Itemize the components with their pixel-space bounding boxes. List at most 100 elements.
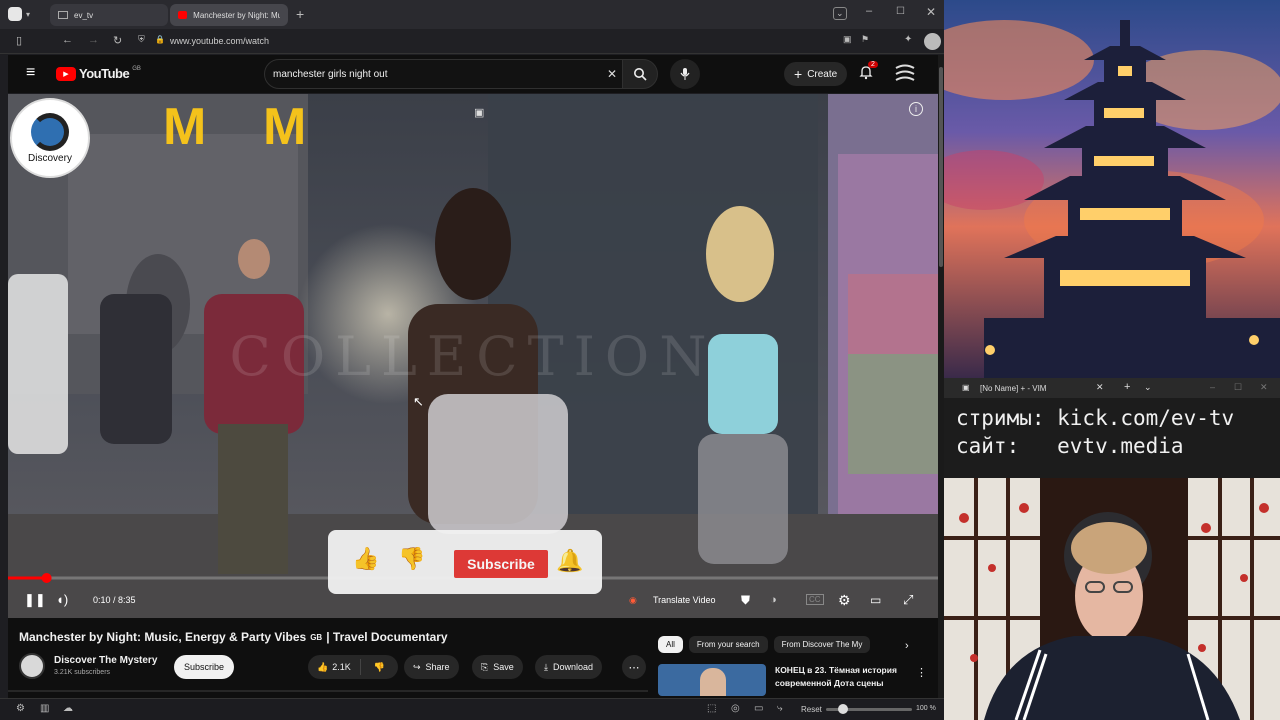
vim-new-tab-icon[interactable]: + [1124,381,1130,393]
chip-all[interactable]: All [658,636,683,653]
channel-avatar[interactable] [19,653,45,679]
channel-name[interactable]: Discover The Mystery [54,655,157,666]
suggestion-title-line2[interactable]: современной Дота сцены [775,678,883,688]
create-button[interactable]: + Create [784,62,848,86]
like-count: 2.1K [332,662,351,672]
zoom-level: 100 % [916,705,936,712]
subscribe-button[interactable]: Subscribe [174,655,235,679]
browser-menu-button[interactable]: ▾ [8,7,30,21]
vim-minimize-button[interactable]: – [1210,382,1215,392]
search-box[interactable]: manchester girls night out ✕ [264,59,628,89]
scrollbar-thumb[interactable] [939,67,943,267]
subscribe-overlay: 👍 👎 Subscribe 🔔 [328,530,602,594]
settings-gear-icon[interactable]: ⚙ [838,592,851,609]
dislike-button[interactable]: 👎 [366,662,393,673]
youtube-header: ≡ ▶ YouTube GB manchester girls night ou… [8,55,938,93]
forward-button[interactable]: → [88,34,99,46]
translate-icon[interactable]: ◉ [629,595,637,606]
image-toggle-icon[interactable]: ◎ [731,703,740,714]
miniplayer-icon[interactable]: ▣ [474,106,484,119]
dislike-overlay-icon[interactable]: 👎 [398,546,425,572]
tab-youtube[interactable]: Manchester by Night: Musi [170,4,288,26]
maximize-button[interactable]: ☐ [896,6,905,17]
capture-icon[interactable]: ⬚ [707,703,716,714]
volume-icon[interactable]: ◖) [56,592,68,607]
vim-line-2: сайт: evtv.media [956,434,1184,458]
pause-button[interactable]: ❚❚ [24,592,46,608]
region-code: GB [132,66,141,72]
video-player[interactable]: M M COLLECTION Discovery [8,94,938,618]
url-field[interactable]: www.youtube.com/watch [170,36,269,46]
new-tab-button[interactable]: + [296,6,304,22]
like-dislike-group: 👍 2.1K 👎 [308,655,398,679]
close-window-button[interactable]: ✕ [926,5,936,19]
search-input[interactable]: manchester girls night out [273,69,388,80]
download-button[interactable]: ⤓ Download [535,655,603,679]
page-actions-icon[interactable]: ▭ [754,703,763,714]
minimize-button[interactable]: – [866,5,872,17]
vim-tab-menu-icon[interactable]: ⌄ [1144,382,1152,393]
tab-label: ev_tv [74,10,94,20]
cloud-icon[interactable]: ☁ [63,703,73,714]
plus-icon: + [794,66,803,82]
overlay-subscribe-button[interactable]: Subscribe [454,550,548,578]
save-button[interactable]: ⎘ Save [472,655,523,679]
translate-video-button[interactable]: Translate Video [653,595,716,605]
notifications-button[interactable]: 2 [858,61,878,85]
video-title-suffix: | Travel Documentary [326,630,448,644]
fullscreen-icon[interactable]: ⤢ [903,592,913,608]
chip-from-your-search[interactable]: From your search [688,636,768,653]
suggestion-thumbnail[interactable] [658,664,766,696]
back-button[interactable]: ← [62,34,73,46]
reload-button[interactable]: ↻ [113,34,122,47]
theater-mode-icon[interactable]: ▭ [870,593,881,607]
panel-toggle-icon[interactable]: ▯ [16,34,22,47]
hamburger-menu-icon[interactable]: ≡ [26,64,35,82]
clear-search-icon[interactable]: ✕ [607,67,617,81]
more-actions-button[interactable]: ⋯ [622,655,646,679]
tab-list-icon[interactable]: ⌄ [833,7,847,20]
reader-icon[interactable]: ▣ [843,34,852,45]
account-avatar[interactable] [894,64,916,84]
webcam-feed [944,478,1280,720]
progress-scrubber[interactable] [41,573,52,583]
vim-maximize-button[interactable]: ☐ [1234,382,1242,393]
voice-search-button[interactable] [670,59,700,89]
bookmark-icon[interactable]: ⚑ [861,34,869,45]
tab-label: Manchester by Night: Musi [193,10,280,20]
tab-evtv[interactable]: ev_tv [50,4,168,26]
video-title: Manchester by Night: Music, Energy & Par… [19,630,448,644]
like-button[interactable]: 👍 2.1K [308,659,361,675]
tab-bar: ▾ ev_tv Manchester by Night: Musi + ⌄ – … [0,0,944,29]
thumbs-down-icon: 👎 [373,661,385,672]
vim-close-tab-icon[interactable]: ✕ [1096,382,1104,393]
tiling-icon[interactable]: ▥ [40,703,49,714]
zoom-slider[interactable] [826,704,912,714]
zoom-slider-handle[interactable] [838,704,848,714]
chips-next-icon[interactable]: › [905,640,909,652]
suggestion-title-line1[interactable]: КОНЕЦ в 23. Тёмная история [775,665,897,675]
autoplay-toggle[interactable]: ◑ [770,594,777,606]
youtube-wordmark: YouTube [79,66,130,81]
settings-icon[interactable]: ⚙ [16,703,25,714]
profile-avatar[interactable] [924,33,941,50]
watch-metadata: Manchester by Night: Music, Energy & Par… [8,618,938,700]
vim-close-button[interactable]: ✕ [1260,382,1268,393]
vim-line-1: стримы: kick.com/ev-tv [956,406,1235,430]
zoom-out-icon[interactable]: ⤷ [777,703,783,714]
like-overlay-icon[interactable]: 👍 [352,546,379,572]
suggestion-menu-icon[interactable]: ⋮ [916,666,927,679]
extensions-icon[interactable]: ✦ [904,34,912,45]
search-button[interactable] [622,59,658,89]
info-icon[interactable]: i [909,102,923,116]
shield-badge-icon[interactable]: ⛊ [741,593,750,608]
share-button[interactable]: ↪ Share [404,655,459,679]
zoom-reset-button[interactable]: Reset [801,705,822,714]
shield-icon[interactable]: ⛨ [138,34,145,45]
bell-overlay-icon[interactable]: 🔔 [556,548,583,574]
chip-from-channel[interactable]: From Discover The My [773,636,871,653]
youtube-logo[interactable]: ▶ YouTube GB [56,66,141,81]
globe-icon [31,112,69,151]
captions-button[interactable]: CC [806,594,824,605]
svg-text:M: M [263,98,306,156]
